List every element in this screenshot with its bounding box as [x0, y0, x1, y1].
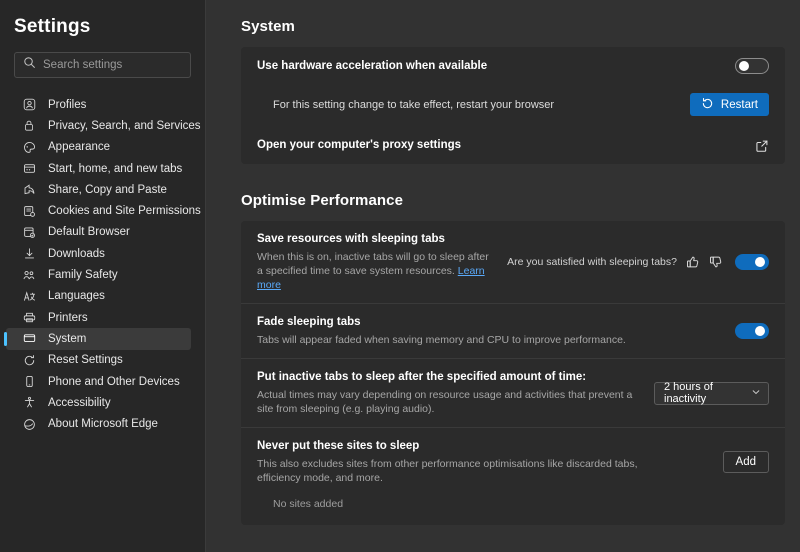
restart-notice-text: For this setting change to take effect, … — [273, 99, 690, 111]
sidebar-item-label: Phone and Other Devices — [48, 376, 180, 388]
hardware-acceleration-label: Use hardware acceleration when available — [257, 59, 721, 74]
settings-nav: Profiles Privacy, Search, and Services — [0, 90, 205, 435]
sidebar-item-about-microsoft-edge[interactable]: About Microsoft Edge — [6, 413, 191, 434]
palette-icon — [22, 140, 36, 154]
system-card: Use hardware acceleration when available… — [241, 47, 785, 164]
language-icon — [22, 289, 36, 303]
share-icon — [22, 183, 36, 197]
search-input[interactable] — [43, 59, 197, 71]
proxy-settings-row[interactable]: Open your computer's proxy settings — [241, 127, 785, 164]
sidebar-item-system[interactable]: System — [6, 328, 191, 349]
never-sleep-sites-label: Never put these sites to sleep — [257, 439, 709, 454]
sidebar-item-label: Printers — [48, 312, 88, 324]
restart-notice-row: For this setting change to take effect, … — [241, 85, 785, 127]
inactive-timer-label: Put inactive tabs to sleep after the spe… — [257, 370, 640, 385]
lock-icon — [22, 119, 36, 133]
printer-icon — [22, 311, 36, 325]
toggle-knob — [755, 326, 765, 336]
family-icon — [22, 268, 36, 282]
sidebar-item-profiles[interactable]: Profiles — [6, 94, 191, 115]
sleeping-tabs-toggle[interactable] — [735, 254, 769, 270]
sidebar-item-cookies-site-permissions[interactable]: Cookies and Site Permissions — [6, 200, 191, 221]
never-sleep-sites-empty-state: No sites added — [241, 496, 785, 523]
never-sleep-sites-row: Never put these sites to sleep This also… — [241, 427, 785, 496]
download-icon — [22, 247, 36, 261]
inactive-timer-description: Actual times may vary depending on resou… — [257, 388, 640, 416]
proxy-settings-label: Open your computer's proxy settings — [257, 138, 741, 153]
inactive-timer-dropdown[interactable]: 2 hours of inactivity — [654, 382, 769, 405]
sidebar-item-languages[interactable]: Languages — [6, 286, 191, 307]
settings-content: System Use hardware acceleration when av… — [206, 0, 800, 552]
toggle-knob — [739, 61, 749, 71]
cookie-permissions-icon — [22, 204, 36, 218]
optimise-performance-card: Save resources with sleeping tabs When t… — [241, 221, 785, 525]
sleeping-tabs-label: Save resources with sleeping tabs — [257, 232, 493, 247]
sidebar-item-label: Profiles — [48, 99, 86, 111]
feedback-question: Are you satisfied with sleeping tabs? — [507, 256, 677, 268]
restart-button[interactable]: Restart — [690, 93, 769, 116]
edge-icon — [22, 417, 36, 431]
sidebar-item-appearance[interactable]: Appearance — [6, 137, 191, 158]
sidebar-item-reset-settings[interactable]: Reset Settings — [6, 350, 191, 371]
sidebar-item-label: Privacy, Search, and Services — [48, 120, 201, 132]
search-icon — [23, 56, 36, 74]
sidebar-item-label: Start, home, and new tabs — [48, 163, 182, 175]
section-heading-optimise-performance: Optimise Performance — [241, 192, 785, 209]
refresh-icon — [701, 97, 714, 113]
phone-icon — [22, 375, 36, 389]
system-icon — [22, 332, 36, 346]
thumbs-up-icon[interactable] — [686, 255, 700, 269]
accessibility-icon — [22, 396, 36, 410]
fade-sleeping-tabs-description: Tabs will appear faded when saving memor… — [257, 333, 677, 347]
inactive-timer-row: Put inactive tabs to sleep after the spe… — [241, 358, 785, 427]
chevron-down-icon — [751, 387, 761, 400]
sidebar-item-label: Accessibility — [48, 397, 111, 409]
sidebar-item-label: Share, Copy and Paste — [48, 184, 167, 196]
window-icon — [22, 162, 36, 176]
sidebar-item-label: About Microsoft Edge — [48, 418, 158, 430]
sidebar-item-phone-other-devices[interactable]: Phone and Other Devices — [6, 371, 191, 392]
toggle-knob — [755, 257, 765, 267]
never-sleep-sites-description: This also excludes sites from other perf… — [257, 457, 677, 485]
section-heading-system: System — [241, 18, 785, 35]
reset-icon — [22, 353, 36, 367]
sleeping-tabs-feedback: Are you satisfied with sleeping tabs? — [507, 255, 723, 269]
fade-sleeping-tabs-toggle[interactable] — [735, 323, 769, 339]
sidebar-item-start-home-new-tabs[interactable]: Start, home, and new tabs — [6, 158, 191, 179]
fade-sleeping-tabs-row: Fade sleeping tabs Tabs will appear fade… — [241, 303, 785, 358]
page-title: Settings — [0, 16, 205, 38]
hardware-acceleration-row: Use hardware acceleration when available — [241, 47, 785, 85]
sidebar-item-label: System — [48, 333, 86, 345]
sidebar-item-label: Downloads — [48, 248, 105, 260]
sidebar-item-privacy-search-services[interactable]: Privacy, Search, and Services — [6, 115, 191, 136]
sidebar-item-label: Appearance — [48, 141, 110, 153]
sidebar-item-label: Default Browser — [48, 226, 130, 238]
default-browser-icon — [22, 225, 36, 239]
sidebar-item-label: Cookies and Site Permissions — [48, 205, 201, 217]
sidebar-item-printers[interactable]: Printers — [6, 307, 191, 328]
profile-icon — [22, 98, 36, 112]
sidebar-item-label: Languages — [48, 290, 105, 302]
search-settings-box[interactable] — [14, 52, 191, 78]
sidebar-item-label: Reset Settings — [48, 354, 123, 366]
sidebar-item-share-copy-paste[interactable]: Share, Copy and Paste — [6, 179, 191, 200]
thumbs-down-icon[interactable] — [709, 255, 723, 269]
sidebar-item-family-safety[interactable]: Family Safety — [6, 264, 191, 285]
add-site-button[interactable]: Add — [723, 451, 769, 473]
inactive-timer-selected-value: 2 hours of inactivity — [664, 381, 743, 405]
restart-button-label: Restart — [721, 99, 758, 111]
hardware-acceleration-toggle[interactable] — [735, 58, 769, 74]
sidebar: Settings Profiles — [0, 0, 206, 552]
external-link-icon[interactable] — [755, 139, 769, 153]
sidebar-item-downloads[interactable]: Downloads — [6, 243, 191, 264]
sleeping-tabs-description: When this is on, inactive tabs will go t… — [257, 250, 493, 292]
sidebar-item-accessibility[interactable]: Accessibility — [6, 392, 191, 413]
sidebar-item-label: Family Safety — [48, 269, 118, 281]
fade-sleeping-tabs-label: Fade sleeping tabs — [257, 315, 721, 330]
sleeping-tabs-row: Save resources with sleeping tabs When t… — [241, 221, 785, 303]
settings-page: Settings Profiles — [0, 0, 800, 552]
sidebar-item-default-browser[interactable]: Default Browser — [6, 222, 191, 243]
